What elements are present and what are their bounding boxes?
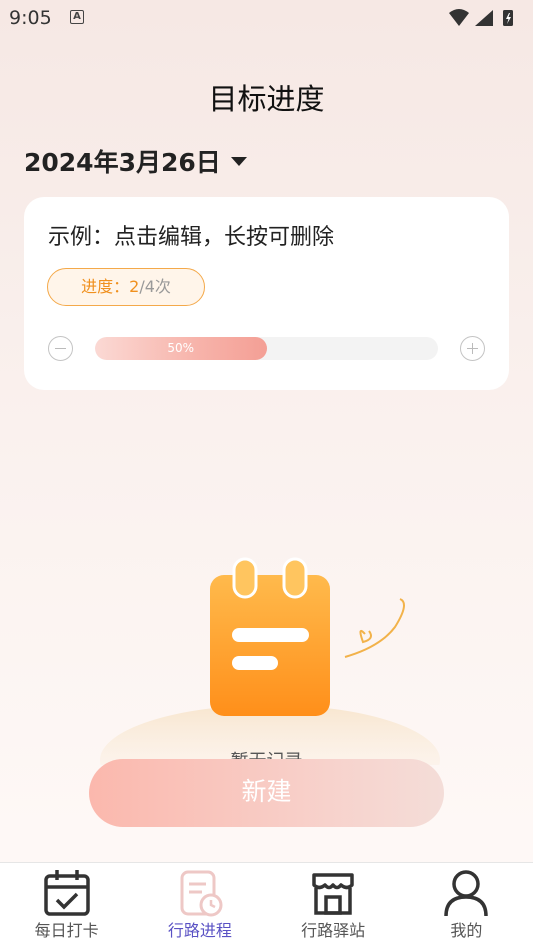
wifi-icon	[449, 9, 469, 26]
date-selector[interactable]: 2024年3月26日	[24, 143, 247, 179]
bottom-tab-bar: 每日打卡 行路进程 行路驿站 我的	[0, 862, 533, 947]
goal-card[interactable]: 示例：点击编辑，长按可删除 进度：2/4次 50%	[24, 197, 509, 390]
tab-label: 行路进程	[167, 921, 232, 940]
notification-icon: A	[70, 10, 84, 24]
status-bar: 9:05 A	[0, 0, 533, 36]
goal-title: 示例：点击编辑，长按可删除	[48, 225, 335, 250]
tab-daily-checkin[interactable]: 每日打卡	[0, 863, 133, 947]
tab-progress[interactable]: 行路进程	[133, 863, 266, 947]
calendar-check-icon	[43, 870, 90, 916]
tab-label: 我的	[450, 921, 483, 940]
document-clock-icon	[180, 870, 223, 917]
empty-notebook-illustration	[100, 557, 440, 765]
badge-prefix: 进度：	[81, 277, 130, 296]
new-button[interactable]: 新建	[89, 759, 444, 827]
tab-mine[interactable]: 我的	[400, 863, 533, 947]
page-title: 目标进度	[208, 82, 325, 116]
status-icons	[449, 9, 513, 26]
progress-badge: 进度：2/4次	[47, 268, 205, 306]
increase-button[interactable]	[460, 336, 485, 361]
signal-icon	[475, 10, 493, 26]
progress-track: 50%	[95, 337, 438, 360]
store-icon	[312, 873, 354, 915]
user-icon	[444, 870, 489, 917]
tab-label: 行路驿站	[301, 921, 366, 940]
dropdown-arrow-icon	[230, 156, 247, 166]
badge-done: 2	[129, 277, 140, 296]
tab-station[interactable]: 行路驿站	[267, 863, 400, 947]
badge-total: /4次	[139, 277, 171, 296]
progress-percent-label: 50%	[167, 341, 195, 355]
date-label: 2024年3月26日	[24, 148, 221, 177]
status-time: 9:05	[9, 7, 52, 29]
decrease-button[interactable]	[48, 336, 73, 361]
tab-label: 每日打卡	[34, 921, 99, 940]
